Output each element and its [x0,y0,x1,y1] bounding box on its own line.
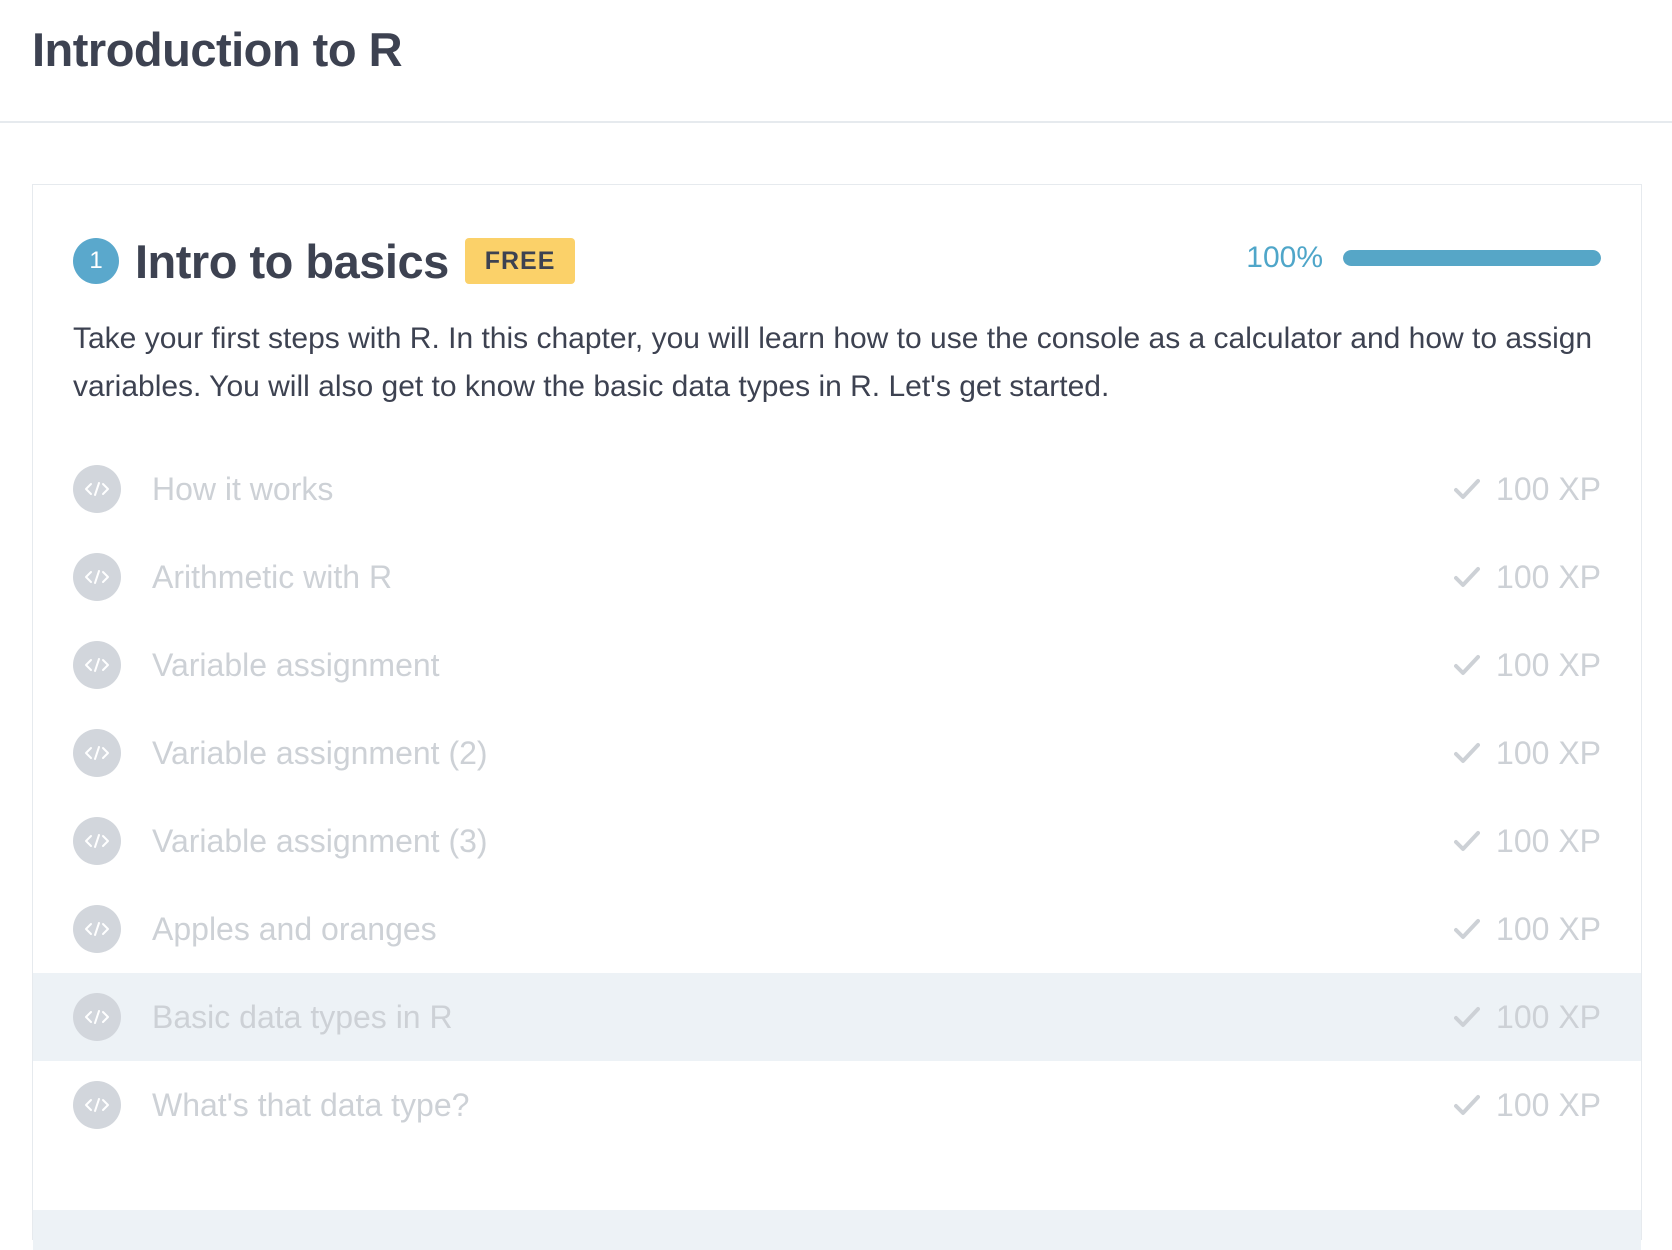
exercise-xp: 100 XP [1454,911,1601,948]
exercise-xp: 100 XP [1454,559,1601,596]
check-icon [1454,1007,1481,1027]
code-icon [73,905,121,953]
exercise-title: Basic data types in R [152,998,453,1035]
code-icon [73,817,121,865]
check-icon [1454,743,1481,763]
code-icon [73,1081,121,1129]
xp-label: 100 XP [1496,998,1601,1035]
exercise-xp: 100 XP [1454,647,1601,684]
exercise-xp: 100 XP [1454,999,1601,1036]
check-icon [1454,831,1481,851]
chapter-card: 1 Intro to basics FREE 100% Take your fi… [32,184,1642,1250]
xp-label: 100 XP [1496,822,1601,859]
card-footer-bar [33,1210,1641,1250]
exercise-title: Variable assignment (3) [152,822,488,859]
exercise-xp: 100 XP [1454,1087,1601,1124]
exercise-xp: 100 XP [1454,735,1601,772]
chapter-title[interactable]: Intro to basics [135,234,449,289]
exercise-xp: 100 XP [1454,471,1601,508]
code-icon [73,993,121,1041]
free-badge: FREE [464,238,576,284]
exercise-title: Variable assignment (2) [152,734,488,771]
xp-label: 100 XP [1496,734,1601,771]
check-icon [1454,567,1481,587]
progress-bar [1343,250,1601,266]
check-icon [1454,919,1481,939]
exercise-title: What's that data type? [152,1086,470,1123]
exercise-row-8[interactable]: What's that data type? 100 XP [33,1061,1641,1149]
code-icon [73,729,121,777]
xp-label: 100 XP [1496,470,1601,507]
exercise-title: Apples and oranges [152,910,437,947]
code-icon [73,641,121,689]
exercise-row-2[interactable]: Arithmetic with R 100 XP [33,533,1641,621]
page-header: Introduction to R [0,0,1672,123]
check-icon [1454,479,1481,499]
progress-bar-fill [1343,250,1601,266]
chapter-progress: 100% [1246,241,1601,275]
chapter-description: Take your first steps with R. In this ch… [73,322,1593,403]
exercise-xp: 100 XP [1454,823,1601,860]
exercise-row-5[interactable]: Variable assignment (3) 100 XP [33,797,1641,885]
code-icon [73,465,121,513]
exercise-row-4[interactable]: Variable assignment (2) 100 XP [33,709,1641,797]
xp-label: 100 XP [1496,910,1601,947]
exercise-row-3[interactable]: Variable assignment 100 XP [33,621,1641,709]
check-icon [1454,655,1481,675]
chapter-header: 1 Intro to basics FREE [73,229,576,293]
xp-label: 100 XP [1496,558,1601,595]
exercise-row-1[interactable]: How it works 100 XP [33,445,1641,533]
exercise-row-7[interactable]: Basic data types in R 100 XP [33,973,1641,1061]
check-icon [1454,1095,1481,1115]
exercise-title: Variable assignment [152,646,440,683]
exercise-list: How it works 100 XP Arithmetic with R 10… [33,445,1641,1149]
chapter-number-badge: 1 [73,238,119,284]
xp-label: 100 XP [1496,646,1601,683]
page-title: Introduction to R [32,23,403,76]
xp-label: 100 XP [1496,1086,1601,1123]
exercise-row-6[interactable]: Apples and oranges 100 XP [33,885,1641,973]
exercise-title: Arithmetic with R [152,558,393,595]
code-icon [73,553,121,601]
exercise-title: How it works [152,470,334,507]
progress-percent: 100% [1246,241,1323,274]
